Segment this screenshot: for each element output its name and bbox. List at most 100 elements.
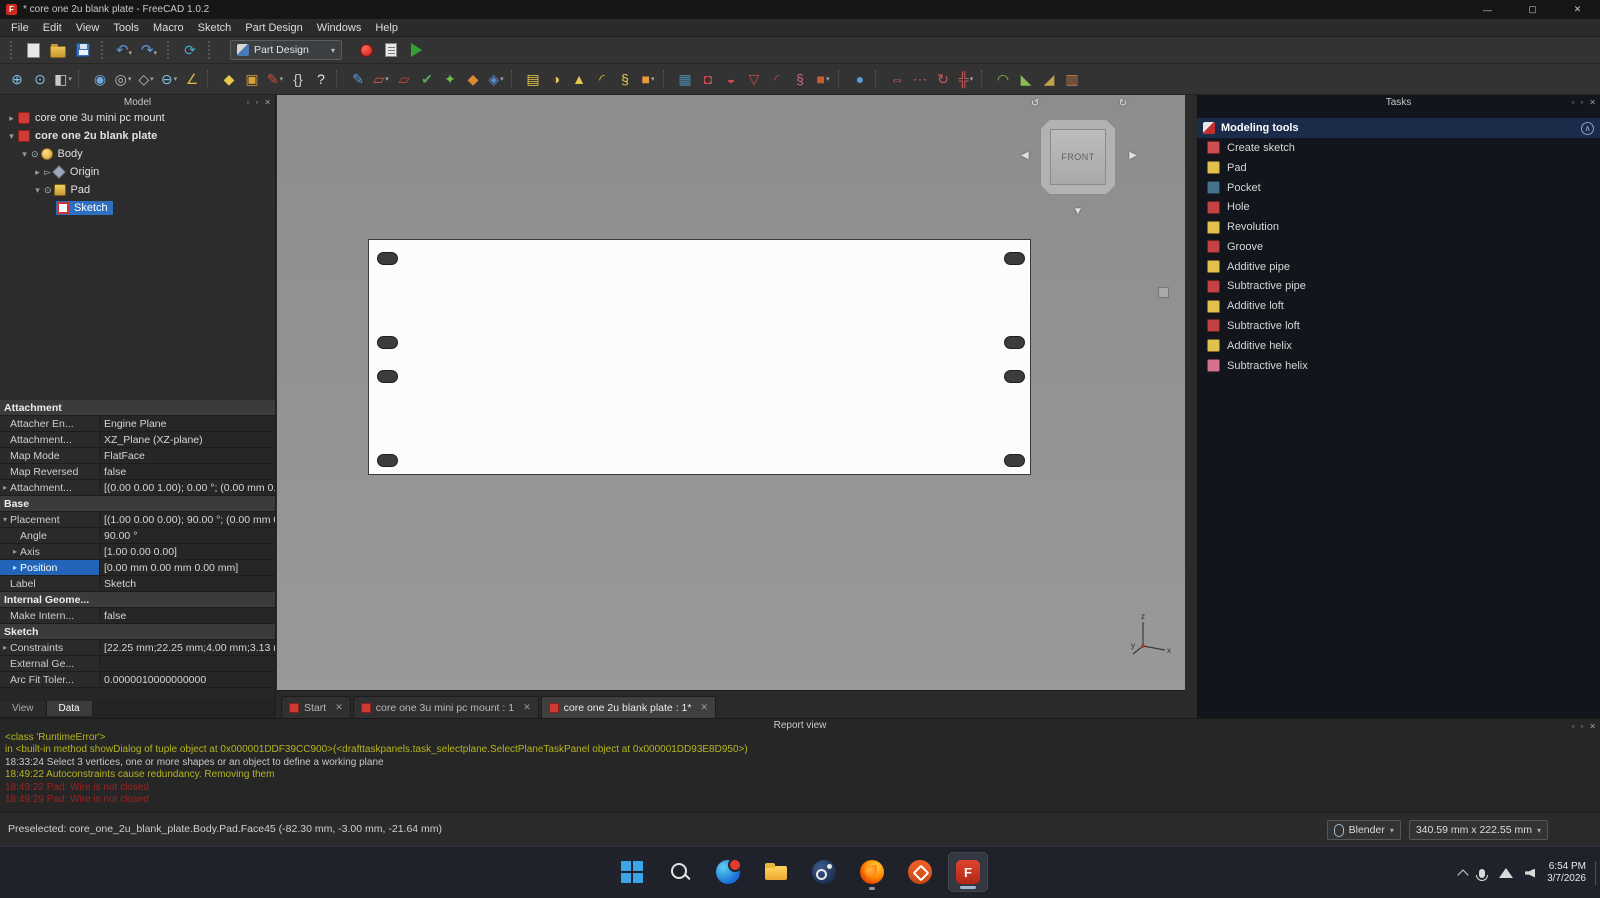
plate-slot[interactable]	[377, 252, 398, 265]
dock-panel-icon[interactable]	[1580, 98, 1583, 107]
navigation-style-selector[interactable]: Blender	[1326, 820, 1401, 840]
property-label-map-reversed[interactable]: Map Reversed	[0, 464, 100, 480]
task-item-revolution[interactable]: Revolution	[1197, 217, 1600, 237]
draft-button[interactable]: ◢	[1038, 68, 1060, 90]
redo-button[interactable]	[138, 39, 160, 61]
tree-expander-icon[interactable]: ▸	[32, 167, 43, 178]
tree-expander-icon[interactable]: ▾	[19, 149, 30, 160]
reorient-sketch-button[interactable]: ▱ ▾	[370, 68, 392, 90]
minimize-button[interactable]: —	[1465, 0, 1510, 19]
workbench-selector[interactable]: Part Design	[230, 40, 342, 60]
tree-expander-icon[interactable]: ▾	[32, 185, 43, 196]
plate-slot[interactable]	[377, 336, 398, 349]
property-label-attachment[interactable]: Attachment...	[0, 432, 100, 448]
menu-item-file[interactable]: File	[4, 21, 36, 35]
selection-filter-button[interactable]: ◎ ▾	[112, 68, 134, 90]
close-panel-icon[interactable]	[1589, 98, 1596, 107]
subtractive-helix-button[interactable]: §	[789, 68, 811, 90]
toolbar-grip[interactable]	[208, 41, 213, 59]
additive-loft-button[interactable]: ▲	[568, 68, 590, 90]
draw-style-button[interactable]: ◧ ▾	[52, 68, 74, 90]
tree-item-core-one-2u-blank-plate[interactable]: ▾ core one 2u blank plate	[0, 127, 275, 145]
task-item-additive-helix[interactable]: Additive helix	[1197, 336, 1600, 356]
tab-view[interactable]: View	[0, 701, 47, 716]
modeling-tools-header[interactable]: Modeling tools	[1197, 118, 1600, 138]
menu-item-macro[interactable]: Macro	[146, 21, 191, 35]
tree-item-sketch[interactable]: Sketch	[0, 199, 275, 217]
property-value-angle[interactable]: 90.00 °	[100, 528, 275, 544]
view-axonometric-button[interactable]: ◇ ▾	[135, 68, 157, 90]
property-label-arc-fit-toler[interactable]: Arc Fit Toler...	[0, 672, 100, 688]
close-tab-icon[interactable]: ✕	[335, 702, 343, 713]
zoom-button[interactable]: ⊖ ▾	[158, 68, 180, 90]
whats-this-button[interactable]: ?	[310, 68, 332, 90]
property-value-label[interactable]: Sketch	[100, 576, 275, 592]
macro-braces-button[interactable]: {}	[287, 68, 309, 90]
navcube-rotate-ccw-icon[interactable]: ↺	[1031, 99, 1039, 109]
navcube-rotate-cw-icon[interactable]: ↻	[1119, 99, 1127, 109]
open-document-button[interactable]	[47, 39, 69, 61]
create-sketch-button[interactable]: ✎ ▾	[264, 68, 286, 90]
maximize-button[interactable]: ▢	[1510, 0, 1555, 19]
property-value-external-ge[interactable]	[100, 656, 275, 672]
task-item-additive-pipe[interactable]: Additive pipe	[1197, 257, 1600, 277]
revolution-button[interactable]: ◑	[545, 68, 567, 90]
polar-pattern-button[interactable]: ↻	[932, 68, 954, 90]
navcube-mini-cube-icon[interactable]	[1158, 287, 1169, 298]
property-label-make-intern[interactable]: Make Intern...	[0, 608, 100, 624]
start-taskbar-button[interactable]	[612, 852, 652, 892]
navcube-right-arrow-icon[interactable]: ▶	[1129, 151, 1137, 161]
validate-sketch-button[interactable]: ✔	[416, 68, 438, 90]
close-button[interactable]: ✕	[1555, 0, 1600, 19]
taskbar-clock[interactable]: 6:54 PM 3/7/2026	[1547, 861, 1586, 885]
volume-icon[interactable]	[1525, 868, 1536, 878]
document-tab-core-one-3u-mini-pc-mount-1[interactable]: core one 3u mini pc mount : 1 ✕	[352, 696, 539, 718]
new-document-button[interactable]	[22, 39, 44, 61]
refresh-button[interactable]	[179, 39, 201, 61]
close-tab-icon[interactable]: ✕	[700, 702, 708, 713]
prusaslicer-taskbar-button[interactable]	[900, 852, 940, 892]
create-body-button[interactable]: ◆	[218, 68, 240, 90]
tree-item-core-one-3u-mini-pc-mount[interactable]: ▸ core one 3u mini pc mount	[0, 109, 275, 127]
property-value-attachment[interactable]: [(0.00 0.00 1.00); 0.00 °; (0.00 mm 0.00…	[100, 480, 275, 496]
3d-viewport[interactable]: ↺ ↻ ◀ ▶ ▼ FRONT z x y	[277, 95, 1185, 690]
mirrored-button[interactable]: ⇔	[886, 68, 908, 90]
tree-expander-icon[interactable]: ▾	[6, 131, 17, 142]
navcube-down-arrow-icon[interactable]: ▼	[1073, 207, 1083, 217]
float-panel-icon[interactable]	[1572, 98, 1575, 107]
macro-record-button[interactable]	[355, 39, 377, 61]
multitransform-button[interactable]: ╬ ▾	[955, 68, 977, 90]
task-item-additive-loft[interactable]: Additive loft	[1197, 296, 1600, 316]
additive-primitive-button[interactable]: ■ ▾	[637, 68, 659, 90]
task-item-hole[interactable]: Hole	[1197, 197, 1600, 217]
navcube-left-arrow-icon[interactable]: ◀	[1021, 151, 1029, 161]
groove-button[interactable]: ◒	[720, 68, 742, 90]
toolbar-grip[interactable]	[10, 41, 15, 59]
edit-sketch-button[interactable]: ✎	[347, 68, 369, 90]
dock-panel-icon[interactable]	[1580, 722, 1583, 731]
pocket-button[interactable]: ▦	[674, 68, 696, 90]
task-item-subtractive-helix[interactable]: Subtractive helix	[1197, 356, 1600, 376]
navigation-cube[interactable]: ↺ ↻ ◀ ▶ ▼ FRONT	[1019, 99, 1139, 217]
property-label-constraints[interactable]: ▸ Constraints	[0, 640, 100, 656]
property-label-external-ge[interactable]: External Ge...	[0, 656, 100, 672]
task-item-pocket[interactable]: Pocket	[1197, 178, 1600, 198]
microphone-icon[interactable]	[1476, 868, 1489, 881]
menu-item-edit[interactable]: Edit	[36, 21, 69, 35]
appearance-button[interactable]: ◉	[89, 68, 111, 90]
hidden-icons-chevron-icon[interactable]	[1457, 869, 1469, 881]
plate-slot[interactable]	[377, 370, 398, 383]
shapebinder-button[interactable]: ✦	[439, 68, 461, 90]
plate-slot[interactable]	[1004, 336, 1025, 349]
subtractive-loft-button[interactable]: ▽	[743, 68, 765, 90]
property-label-map-mode[interactable]: Map Mode	[0, 448, 100, 464]
fit-selection-button[interactable]: ⊙	[29, 68, 51, 90]
search-taskbar-button[interactable]	[660, 852, 700, 892]
edge-taskbar-button[interactable]	[708, 852, 748, 892]
toolbar-grip[interactable]	[101, 41, 106, 59]
tab-data[interactable]: Data	[46, 701, 93, 716]
fit-all-button[interactable]: ⊕	[6, 68, 28, 90]
measure-button[interactable]: ∠	[181, 68, 203, 90]
task-item-subtractive-loft[interactable]: Subtractive loft	[1197, 316, 1600, 336]
pad-button[interactable]: ▤	[522, 68, 544, 90]
